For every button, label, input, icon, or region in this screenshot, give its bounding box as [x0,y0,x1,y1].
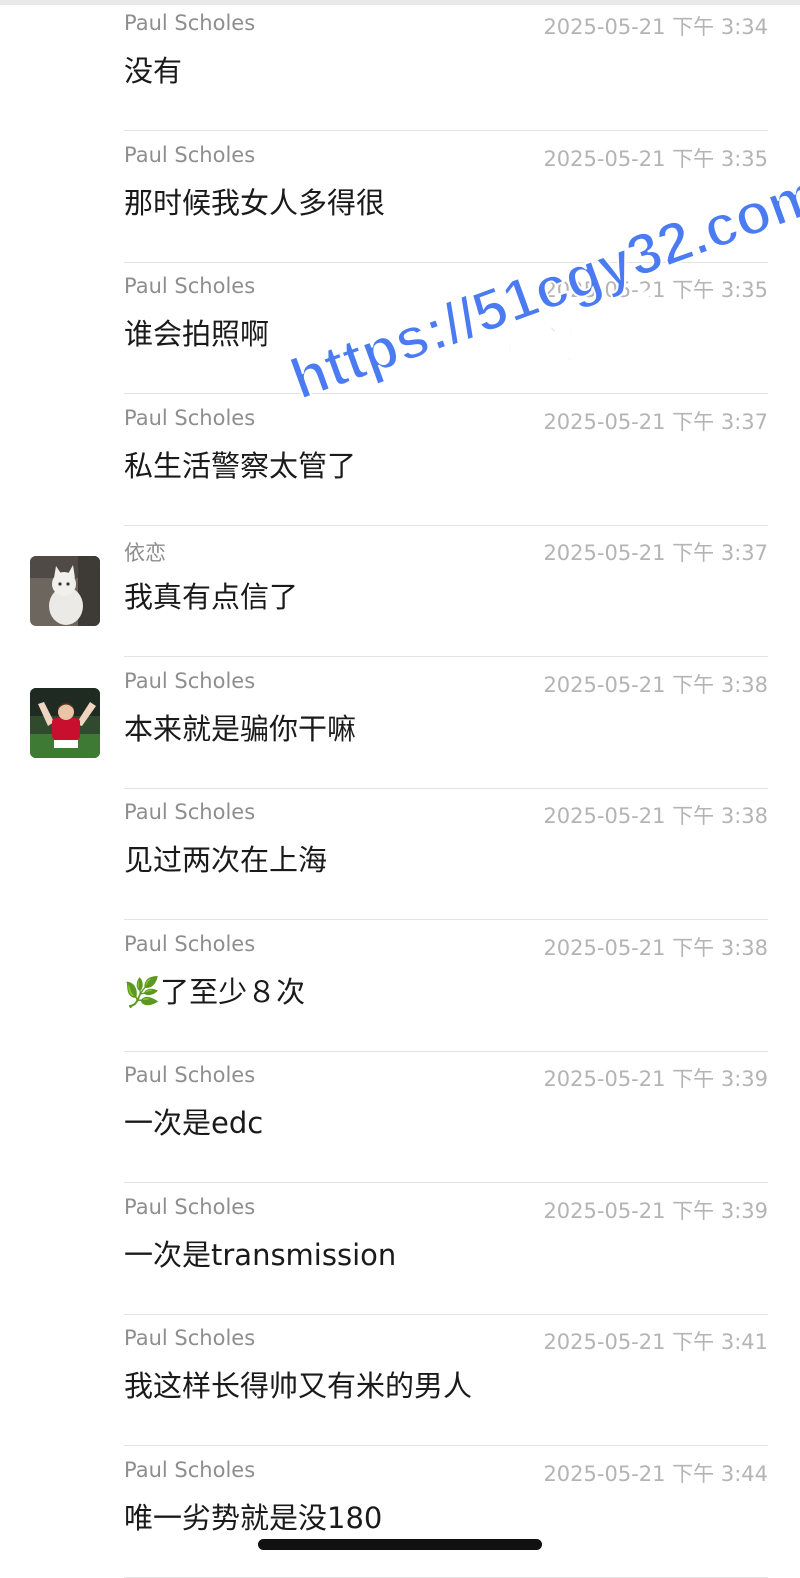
message-timestamp: 2025-05-21 下午 3:35 [543,147,768,171]
message-text: 没有 [124,54,183,88]
sender-name: Paul Scholes [124,932,256,956]
message-timestamp: 2025-05-21 下午 3:44 [543,1462,768,1486]
divider [124,1445,768,1446]
home-indicator[interactable] [258,1539,542,1550]
message-timestamp: 2025-05-21 下午 3:34 [543,15,768,39]
sender-name: Paul Scholes [124,406,256,430]
message-timestamp: 2025-05-21 下午 3:41 [543,1330,768,1354]
sender-name: Paul Scholes [124,1458,256,1482]
message-text: 唯一劣势就是没180 [124,1501,383,1535]
message-item[interactable]: Paul Scholes 2025-05-21 下午 3:35 那时候我女人多得很 [0,132,800,263]
message-text: 谁会拍照啊 [124,317,270,351]
message-text: 见过两次在上海 [124,843,328,877]
message-text: 我这样长得帅又有米的男人 [124,1369,473,1403]
message-item[interactable]: Paul Scholes 2025-05-21 下午 3:44 唯一劣势就是没180 [0,1447,800,1578]
message-text: 私生活警察太管了 [124,449,357,483]
message-text: 🌿了至少８次 [124,975,306,1009]
avatar[interactable] [30,688,100,758]
message-timestamp: 2025-05-21 下午 3:37 [543,410,768,434]
message-timestamp: 2025-05-21 下午 3:38 [543,673,768,697]
message-item[interactable]: Paul Scholes 2025-05-21 下午 3:37 私生活警察太管了 [0,395,800,526]
sender-name: 依恋 [124,541,166,565]
sender-name: Paul Scholes [124,800,256,824]
message-text: 本来就是骗你干嘛 [124,712,357,746]
divider [124,919,768,920]
sender-name: Paul Scholes [124,1326,256,1350]
message-item[interactable]: Paul Scholes 2025-05-21 下午 3:41 我这样长得帅又有米的… [0,1315,800,1446]
divider [124,1182,768,1183]
message-item[interactable]: Paul Scholes 2025-05-21 下午 3:38 见过两次在上海 [0,789,800,920]
message-item[interactable]: 依恋 2025-05-21 下午 3:37 我真有点信了 [0,526,800,657]
sender-name: Paul Scholes [124,669,256,693]
avatar[interactable] [30,556,100,626]
message-text: 我真有点信了 [124,580,299,614]
message-timestamp: 2025-05-21 下午 3:39 [543,1067,768,1091]
message-text: 那时候我女人多得很 [124,186,386,220]
sender-name: Paul Scholes [124,1195,256,1219]
message-timestamp: 2025-05-21 下午 3:35 [543,278,768,302]
message-timestamp: 2025-05-21 下午 3:37 [543,541,768,565]
sender-name: Paul Scholes [124,1063,256,1087]
message-text: 一次是edc [124,1106,264,1140]
message-item[interactable]: Paul Scholes 2025-05-21 下午 3:34 没有 [0,0,800,131]
divider [124,130,768,131]
message-item[interactable]: Paul Scholes 2025-05-21 下午 3:38 🌿了至少８次 [0,921,800,1052]
message-item[interactable]: Paul Scholes 2025-05-21 下午 3:38 本来就是骗你干嘛 [0,658,800,789]
sender-name: Paul Scholes [124,274,256,298]
message-text: 一次是transmission [124,1238,397,1272]
sender-name: Paul Scholes [124,11,256,35]
message-timestamp: 2025-05-21 下午 3:38 [543,936,768,960]
divider [124,656,768,657]
message-item[interactable]: Paul Scholes 2025-05-21 下午 3:39 一次是edc [0,1052,800,1183]
message-item[interactable]: Paul Scholes 2025-05-21 下午 3:39 一次是transmi… [0,1184,800,1315]
message-item[interactable]: Paul Scholes 2025-05-21 下午 3:35 谁会拍照啊 [0,263,800,394]
divider [124,393,768,394]
sender-name: Paul Scholes [124,143,256,167]
message-timestamp: 2025-05-21 下午 3:38 [543,804,768,828]
message-timestamp: 2025-05-21 下午 3:39 [543,1199,768,1223]
